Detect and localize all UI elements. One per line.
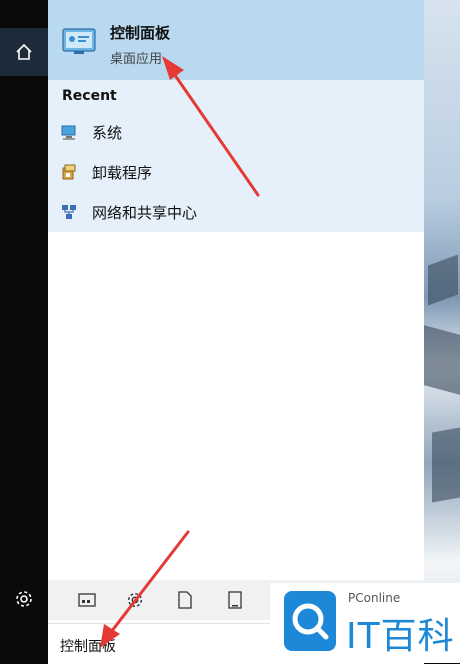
start-rail bbox=[0, 0, 48, 663]
recent-item-label: 系统 bbox=[92, 123, 123, 142]
tablet-icon bbox=[228, 591, 242, 609]
search-results-panel: 控制面板 桌面应用 Recent 系统 卸载程序 网络和共享中心 控制面板 bbox=[48, 0, 424, 664]
settings-filter-button[interactable] bbox=[124, 589, 146, 611]
home-button[interactable] bbox=[0, 28, 48, 76]
watermark-source: PConline bbox=[348, 591, 401, 605]
recent-item-uninstall[interactable]: 卸载程序 bbox=[48, 154, 424, 190]
recent-item-label: 网络和共享中心 bbox=[92, 203, 198, 222]
recent-header: Recent bbox=[62, 88, 117, 104]
settings-icon bbox=[127, 592, 143, 608]
recent-item-system[interactable]: 系统 bbox=[48, 114, 424, 150]
recent-section: Recent 系统 卸载程序 网络和共享中心 bbox=[48, 80, 424, 232]
device-filter-button[interactable] bbox=[224, 589, 246, 611]
recent-item-label: 卸载程序 bbox=[92, 163, 153, 182]
best-match-result[interactable]: 控制面板 桌面应用 bbox=[48, 0, 424, 80]
watermark-brand: IT百科 bbox=[346, 616, 455, 657]
network-icon bbox=[62, 205, 76, 219]
apps-filter-button[interactable] bbox=[76, 589, 98, 611]
computer-icon bbox=[61, 125, 76, 140]
control-panel-icon bbox=[62, 28, 96, 54]
document-icon bbox=[178, 591, 192, 609]
watermark-logo: PConline IT百科 bbox=[270, 583, 460, 663]
recent-item-network[interactable]: 网络和共享中心 bbox=[48, 194, 424, 230]
desktop-wallpaper bbox=[424, 0, 460, 663]
documents-filter-button[interactable] bbox=[174, 589, 196, 611]
rail-settings-button[interactable] bbox=[0, 577, 48, 621]
search-input[interactable]: 控制面板 bbox=[60, 636, 116, 656]
magnifier-logo-icon bbox=[284, 591, 336, 651]
apps-icon bbox=[78, 593, 96, 607]
home-icon bbox=[16, 43, 32, 60]
programs-icon bbox=[62, 164, 76, 180]
gear-icon bbox=[16, 591, 32, 607]
best-match-subtitle: 桌面应用 bbox=[110, 52, 163, 67]
best-match-title: 控制面板 bbox=[110, 24, 171, 42]
